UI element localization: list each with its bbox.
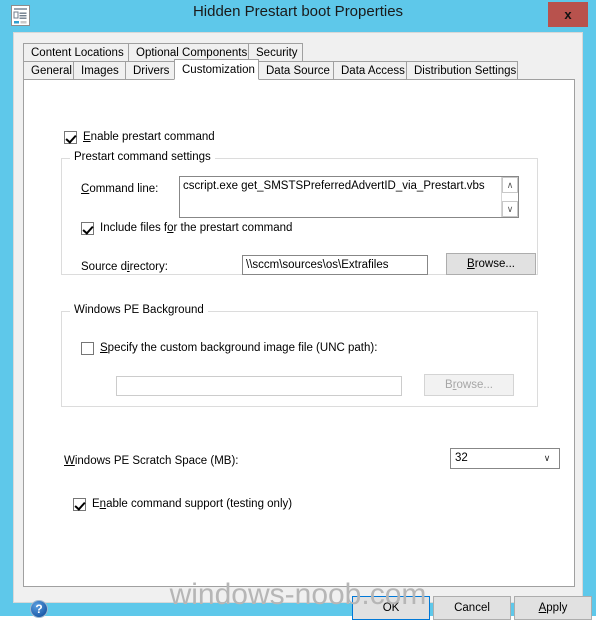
tab-general[interactable]: General (23, 61, 74, 80)
cancel-button[interactable]: Cancel (433, 596, 511, 620)
label-rest: pecify the custom background image file … (107, 342, 378, 354)
tab-drivers[interactable]: Drivers (125, 61, 175, 80)
accel-char: B (467, 258, 475, 270)
command-line-value: cscript.exe get_SMSTSPreferredAdvertID_v… (183, 180, 485, 192)
scroll-down-icon[interactable]: ∨ (502, 201, 518, 217)
dialog-footer: ? OK Cancel Apply (14, 588, 592, 634)
include-files-checkbox[interactable] (81, 222, 94, 235)
label-rest: rectory: (129, 261, 168, 273)
include-files-label: Include files for the prestart command (100, 221, 292, 235)
label-rest: r the prestart command (173, 222, 293, 234)
tab-customization[interactable]: Customization (174, 59, 259, 80)
tab-content-locations[interactable]: Content Locations (23, 43, 129, 62)
prestart-command-settings-title: Prestart command settings (70, 151, 215, 163)
help-icon[interactable]: ? (30, 600, 48, 618)
scratch-space-label: Windows PE Scratch Space (MB): (64, 454, 238, 468)
command-line-label: Command line: (81, 182, 158, 196)
label-rest: pply (546, 602, 568, 614)
background-image-path-input[interactable] (116, 376, 402, 396)
scroll-up-icon[interactable]: ∧ (502, 177, 518, 193)
label-pre: Source d (81, 261, 128, 273)
enable-prestart-command-checkbox[interactable] (64, 131, 77, 144)
apply-button[interactable]: Apply (514, 596, 592, 620)
source-directory-label: Source directory: (81, 260, 168, 274)
label-pre: E (92, 498, 100, 510)
tab-strip: Content Locations Optional Components Se… (23, 43, 575, 80)
accel-char: S (100, 342, 108, 354)
scratch-space-value: 32 (455, 452, 468, 464)
tab-distribution-settings[interactable]: Distribution Settings (406, 61, 518, 80)
specify-custom-background-label: Specify the custom background image file… (100, 341, 377, 355)
dialog-window: Hidden Prestart boot Properties x Conten… (0, 0, 596, 620)
dialog-client-area: Content Locations Optional Components Se… (13, 32, 592, 620)
source-directory-browse-button[interactable]: Browse... (446, 253, 536, 275)
command-line-input[interactable]: cscript.exe get_SMSTSPreferredAdvertID_v… (179, 176, 519, 218)
scratch-space-dropdown[interactable]: 32 ∨ (450, 448, 560, 469)
enable-command-support-label: Enable command support (testing only) (92, 497, 292, 511)
accel-char: E (83, 131, 91, 143)
command-line-scrollbar[interactable]: ∧ ∨ (501, 177, 518, 217)
tab-data-source[interactable]: Data Source (258, 61, 334, 80)
title-bar: Hidden Prestart boot Properties x (0, 0, 596, 32)
background-image-browse-button[interactable]: Browse... (424, 374, 514, 396)
label-rest: able command support (testing only) (106, 498, 293, 510)
tab-data-access[interactable]: Data Access (333, 61, 407, 80)
window-title: Hidden Prestart boot Properties (192, 3, 404, 20)
enable-command-support-checkbox[interactable] (73, 498, 86, 511)
winpe-background-title: Windows PE Background (70, 304, 208, 316)
source-directory-value: \\sccm\sources\os\Extrafiles (246, 259, 389, 271)
chevron-down-icon: ∨ (543, 453, 551, 463)
label-rest: owse... (456, 379, 493, 391)
tab-images[interactable]: Images (73, 61, 126, 80)
ok-button[interactable]: OK (352, 596, 430, 620)
label-pre: B (445, 379, 453, 391)
label-rest: indows PE Scratch Space (MB): (74, 455, 239, 467)
tab-page-customization: Enable prestart command Prestart command… (23, 79, 575, 587)
label-pre: Include files f (100, 222, 168, 234)
label-rest: nable prestart command (90, 131, 215, 143)
close-button[interactable]: x (548, 2, 588, 27)
enable-prestart-command-label: Enable prestart command (83, 130, 215, 144)
label-rest: ommand line: (89, 183, 159, 195)
accel-char: W (64, 455, 75, 467)
label-rest: rowse... (474, 258, 515, 270)
specify-custom-background-checkbox[interactable] (81, 342, 94, 355)
source-directory-input[interactable]: \\sccm\sources\os\Extrafiles (242, 255, 428, 275)
